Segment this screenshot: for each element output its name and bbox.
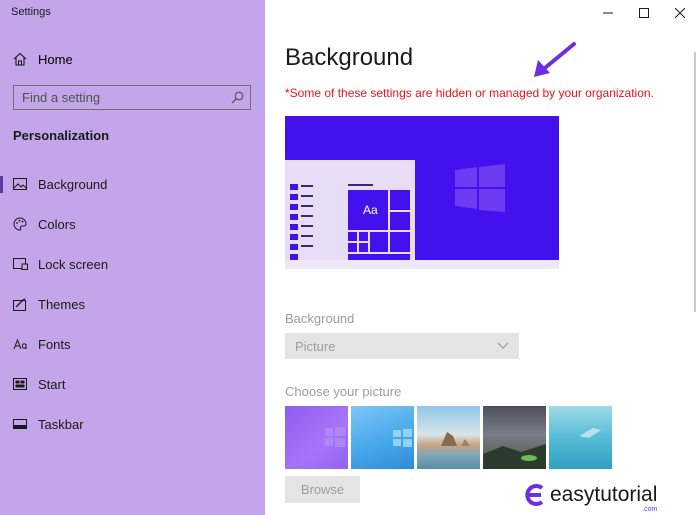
minimize-icon — [603, 12, 613, 14]
section-title: Personalization — [13, 128, 110, 143]
scrollbar[interactable] — [694, 52, 696, 312]
search-field[interactable]: Find a setting — [13, 85, 251, 110]
lock-screen-icon — [12, 256, 28, 272]
close-button[interactable] — [662, 0, 698, 26]
sidebar-item-label: Themes — [38, 296, 85, 312]
watermark-brand: easytutorial — [550, 483, 658, 506]
sidebar-item-colors[interactable]: Colors — [0, 204, 265, 244]
chevron-down-icon — [497, 342, 509, 349]
home-nav[interactable]: Home — [13, 49, 73, 69]
window-title: Settings — [11, 6, 51, 18]
background-preview: Aa — [285, 116, 559, 269]
themes-icon — [12, 296, 28, 312]
picture-thumbnail[interactable] — [483, 406, 546, 469]
sidebar-item-label: Taskbar — [38, 416, 84, 432]
sidebar-item-label: Start — [38, 376, 66, 392]
page-title: Background — [285, 44, 414, 71]
preview-sample-text: Aa — [363, 203, 378, 217]
choose-picture-label: Choose your picture — [285, 384, 402, 399]
search-placeholder: Find a setting — [22, 90, 101, 105]
background-dropdown-value: Picture — [295, 338, 336, 354]
minimize-button[interactable] — [590, 0, 626, 26]
easytutorial-logo-icon — [525, 484, 544, 506]
close-icon — [675, 8, 685, 18]
picture-thumbnail[interactable] — [417, 406, 480, 469]
sidebar-item-label: Lock screen — [38, 256, 109, 272]
windows-logo-icon — [455, 164, 505, 212]
picture-thumbnail[interactable] — [351, 406, 414, 469]
background-label: Background — [285, 311, 355, 326]
start-icon — [12, 376, 28, 392]
fonts-icon — [12, 336, 28, 352]
home-icon — [13, 52, 27, 66]
sidebar-item-label: Colors — [38, 216, 76, 232]
sidebar-item-start[interactable]: Start — [0, 364, 265, 404]
sidebar: Settings Home Find a setting Personaliza… — [0, 0, 265, 515]
sidebar-item-lock-screen[interactable]: Lock screen — [0, 244, 265, 284]
sidebar-item-label: Background — [38, 176, 108, 192]
maximize-icon — [639, 8, 649, 18]
palette-icon — [12, 216, 28, 232]
browse-button[interactable]: Browse — [285, 476, 360, 503]
picture-thumbnail[interactable] — [285, 406, 348, 469]
sidebar-item-taskbar[interactable]: Taskbar — [0, 404, 265, 444]
picture-thumbnail[interactable] — [549, 406, 612, 469]
watermark-suffix: .com — [642, 506, 658, 513]
watermark: easytutorial .com — [524, 482, 658, 513]
maximize-button[interactable] — [626, 0, 662, 26]
picture-thumbnails — [285, 406, 615, 469]
sidebar-item-label: Fonts — [38, 336, 71, 352]
picture-icon — [12, 176, 28, 192]
nav-list: Background Colors Lock screen Themes Fon… — [0, 164, 265, 444]
background-dropdown[interactable]: Picture — [285, 333, 519, 359]
search-icon[interactable] — [231, 91, 244, 104]
sidebar-item-background[interactable]: Background — [0, 164, 265, 204]
home-label: Home — [38, 51, 73, 67]
sidebar-item-themes[interactable]: Themes — [0, 284, 265, 324]
preview-start-menu: Aa — [285, 160, 415, 260]
arrow-annotation-icon — [534, 42, 576, 77]
window-controls — [590, 0, 698, 26]
taskbar-icon — [12, 416, 28, 432]
sidebar-item-fonts[interactable]: Fonts — [0, 324, 265, 364]
managed-notice: *Some of these settings are hidden or ma… — [285, 86, 654, 100]
